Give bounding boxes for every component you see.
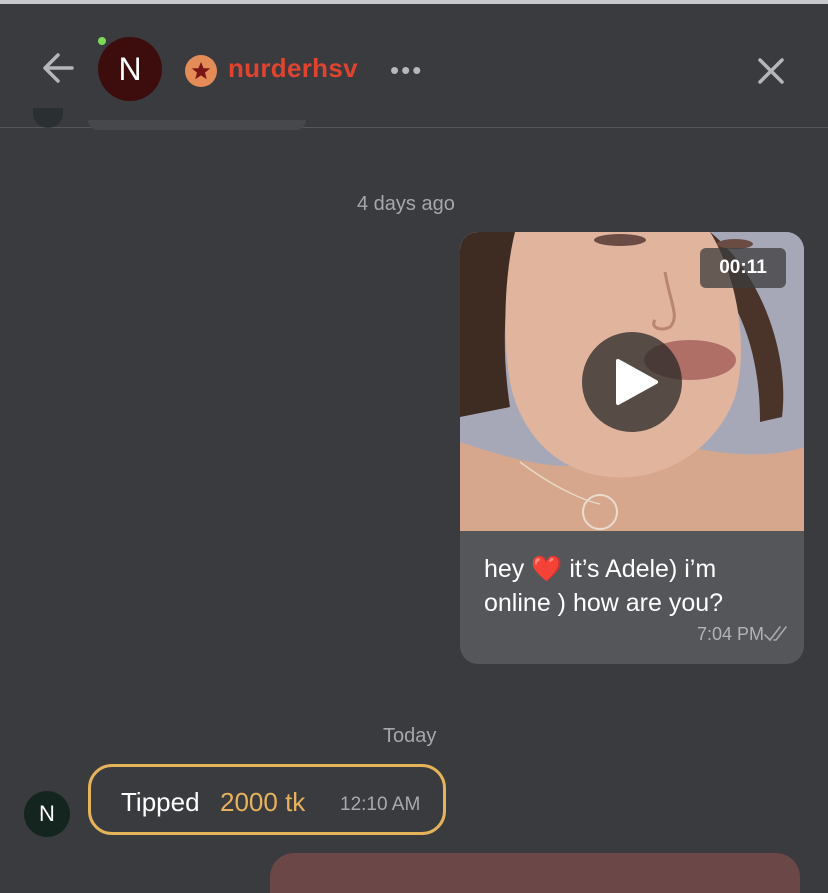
more-options-icon[interactable]: ••• (390, 57, 423, 83)
video-message[interactable]: 00:11 hey ❤️ it’s Adele) i’m online ) ho… (460, 232, 804, 664)
online-indicator (98, 37, 106, 45)
close-icon (758, 58, 784, 84)
tip-label: Tipped (121, 787, 200, 817)
date-divider: Today (383, 725, 437, 747)
previous-message-bubble (88, 120, 306, 130)
next-message-bubble (270, 853, 800, 893)
arrow-left-icon (43, 53, 74, 83)
star-badge-icon (185, 55, 217, 87)
back-button[interactable] (38, 48, 78, 88)
chat-header: N nurderhsv ••• (0, 4, 828, 128)
sender-avatar[interactable]: N (24, 791, 70, 837)
avatar[interactable]: N (98, 37, 162, 101)
message-text-part: hey (484, 555, 532, 583)
tip-message: Tipped 2000 tk 12:10 AM (88, 764, 446, 835)
play-button[interactable] (582, 332, 682, 432)
message-time: 12:10 AM (340, 794, 421, 815)
video-thumbnail[interactable]: 00:11 (460, 232, 804, 531)
message-text: hey ❤️ it’s Adele) i’m online ) how are … (484, 552, 784, 620)
video-duration: 00:11 (700, 248, 786, 288)
tip-amount: 2000 tk (220, 787, 306, 817)
heart-emoji: ❤️ (531, 555, 563, 583)
double-check-icon (764, 626, 787, 642)
play-icon (616, 359, 658, 405)
message-time: 7:04 PM (696, 624, 764, 644)
username[interactable]: nurderhsv (228, 53, 358, 84)
date-divider: 4 days ago (357, 193, 455, 215)
close-button[interactable] (754, 54, 788, 88)
